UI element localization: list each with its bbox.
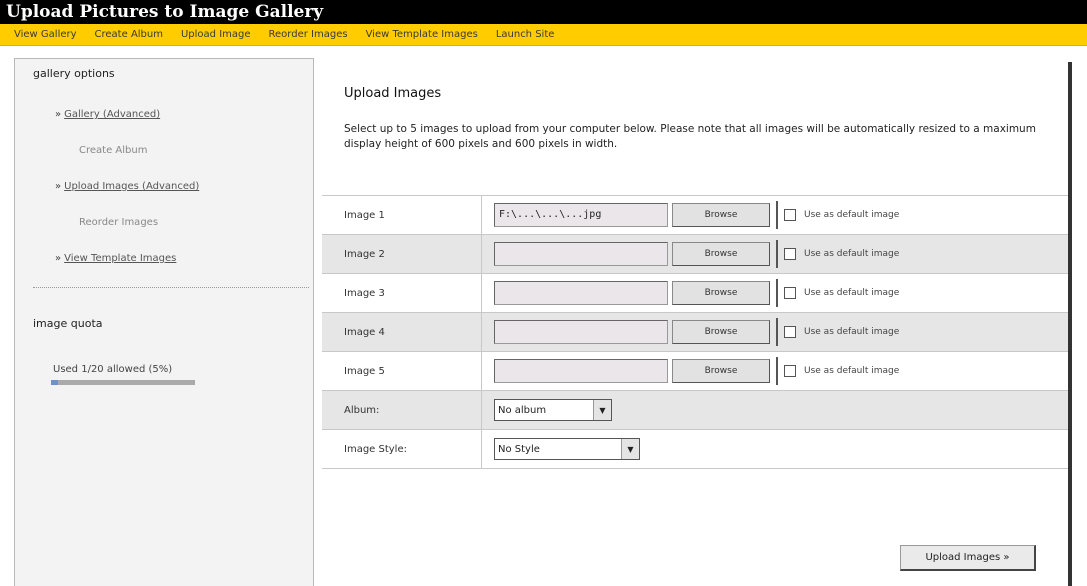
default-image-checkbox[interactable] — [784, 248, 796, 260]
sidebar-item-view-template-images[interactable]: » View Template Images — [55, 253, 176, 264]
default-image-label: Use as default image — [804, 327, 900, 337]
page-banner: Upload Pictures to Image Gallery — [0, 0, 1087, 24]
image-label: Image 3 — [322, 274, 482, 312]
sidebar-item-label[interactable]: Upload Images (Advanced) — [64, 181, 199, 192]
default-image-checkbox[interactable] — [784, 209, 796, 221]
image-style-select[interactable]: No Style ▼ — [494, 438, 640, 460]
sidebar-item-label[interactable]: Gallery (Advanced) — [64, 109, 160, 120]
image-style-select-value: No Style — [498, 443, 540, 455]
image-label: Image 1 — [322, 196, 482, 234]
quota-title: image quota — [33, 317, 103, 330]
default-image-label: Use as default image — [804, 210, 900, 220]
default-image-checkbox[interactable] — [784, 326, 796, 338]
sidebar: gallery options » Gallery (Advanced) Crea… — [14, 58, 314, 586]
file-path-input[interactable] — [494, 359, 668, 383]
sidebar-item-upload-images[interactable]: » Upload Images (Advanced) — [55, 181, 199, 192]
album-row: Album: No album ▼ — [322, 391, 1068, 430]
quota-progress-fill — [51, 380, 59, 385]
quota-progress-bar — [51, 380, 195, 385]
nav-launch-site[interactable]: Launch Site — [496, 29, 555, 40]
browse-button[interactable]: Browse — [672, 320, 770, 344]
separator — [776, 279, 778, 307]
double-arrow-icon: » — [55, 109, 62, 120]
file-path-input[interactable] — [494, 320, 668, 344]
image-label: Image 2 — [322, 235, 482, 273]
double-arrow-icon: » — [55, 253, 62, 264]
sidebar-item-reorder-images[interactable]: Reorder Images — [79, 217, 158, 228]
sidebar-title: gallery options — [33, 67, 115, 80]
browse-button[interactable]: Browse — [672, 242, 770, 266]
album-select[interactable]: No album ▼ — [494, 399, 612, 421]
upload-form: Image 1 F:\...\...\...jpg Browse Use as … — [322, 195, 1068, 469]
image-label: Image 5 — [322, 352, 482, 390]
image-row-5: Image 5 Browse Use as default image — [322, 352, 1068, 391]
separator — [776, 240, 778, 268]
file-path-input[interactable] — [494, 242, 668, 266]
intro-text: Select up to 5 images to upload from you… — [344, 123, 1036, 150]
separator — [776, 318, 778, 346]
file-path-input[interactable] — [494, 281, 668, 305]
style-row: Image Style: No Style ▼ — [322, 430, 1068, 469]
page-title: Upload Images — [344, 86, 442, 101]
browse-button[interactable]: Browse — [672, 281, 770, 305]
browse-button[interactable]: Browse — [672, 203, 770, 227]
album-select-value: No album — [498, 404, 547, 416]
chevron-down-icon[interactable]: ▼ — [593, 400, 611, 420]
image-row-3: Image 3 Browse Use as default image — [322, 274, 1068, 313]
browse-button[interactable]: Browse — [672, 359, 770, 383]
default-image-checkbox[interactable] — [784, 287, 796, 299]
nav-view-template-images[interactable]: View Template Images — [366, 29, 478, 40]
upload-images-button[interactable]: Upload Images » — [900, 545, 1036, 571]
default-image-label: Use as default image — [804, 288, 900, 298]
image-style-label: Image Style: — [322, 430, 482, 468]
image-row-1: Image 1 F:\...\...\...jpg Browse Use as … — [322, 196, 1068, 235]
right-border — [1068, 62, 1072, 586]
separator — [776, 357, 778, 385]
nav-create-album[interactable]: Create Album — [95, 29, 163, 40]
default-image-label: Use as default image — [804, 249, 900, 259]
top-nav: View Gallery Create Album Upload Image R… — [0, 24, 1087, 46]
quota-text: Used 1/20 allowed (5%) — [53, 364, 173, 375]
chevron-down-icon[interactable]: ▼ — [621, 439, 639, 459]
sidebar-item-create-album[interactable]: Create Album — [79, 145, 147, 156]
default-image-label: Use as default image — [804, 366, 900, 376]
nav-reorder-images[interactable]: Reorder Images — [269, 29, 348, 40]
nav-view-gallery[interactable]: View Gallery — [14, 29, 77, 40]
double-arrow-icon: » — [55, 181, 62, 192]
separator — [776, 201, 778, 229]
album-label: Album: — [322, 391, 482, 429]
sidebar-divider — [33, 287, 309, 288]
image-row-4: Image 4 Browse Use as default image — [322, 313, 1068, 352]
image-row-2: Image 2 Browse Use as default image — [322, 235, 1068, 274]
sidebar-item-gallery[interactable]: » Gallery (Advanced) — [55, 109, 160, 120]
sidebar-item-label[interactable]: View Template Images — [64, 253, 176, 264]
nav-upload-image[interactable]: Upload Image — [181, 29, 251, 40]
file-path-input[interactable]: F:\...\...\...jpg — [494, 203, 668, 227]
image-label: Image 4 — [322, 313, 482, 351]
default-image-checkbox[interactable] — [784, 365, 796, 377]
